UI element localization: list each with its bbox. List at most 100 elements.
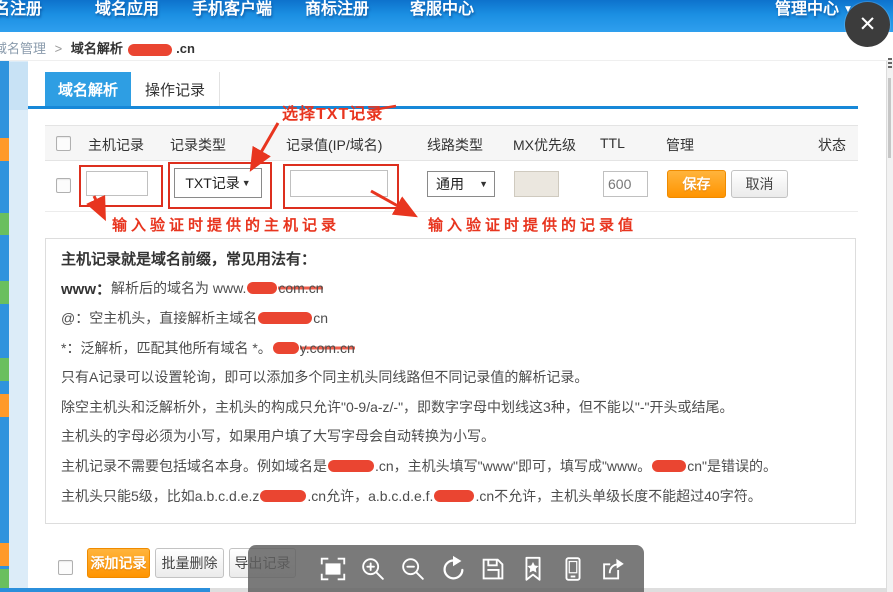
help-text: 解析后的域名为 www.	[111, 278, 246, 298]
help-text: @：空主机头，直接解析主域名	[61, 308, 257, 328]
annotation-select-txt: 选择TXT记录	[282, 100, 383, 124]
tab-operation-log[interactable]: 操作记录	[131, 72, 220, 106]
column-header-5: TTL	[600, 135, 625, 151]
add-record-button[interactable]: 添加记录	[87, 548, 150, 578]
help-text: 除空主机头和泛解析外，主机头的构成只允许"0-9/a-z/-"，即数字字母中划线…	[61, 397, 733, 417]
help-text: 主机头的字母必须为小写，如果用户填了大写字母会自动转换为小写。	[61, 426, 495, 446]
redacted-domain	[328, 460, 374, 472]
redacted-domain	[260, 490, 306, 502]
redacted-domain	[247, 282, 277, 294]
edge-segment	[0, 281, 9, 304]
top-nav: 域名注册 域名应用 手机客户端 商标注册 客服中心 管理中心▼	[0, 0, 893, 32]
nav-item-1[interactable]: 域名应用	[95, 0, 159, 19]
nav-item-3[interactable]: 商标注册	[305, 0, 369, 19]
column-header-4: MX优先级	[513, 135, 576, 155]
help-text: .cn不允许，主机头单级长度不能超过40字符。	[475, 486, 761, 506]
tab-label: 操作记录	[145, 79, 205, 100]
edge-segment	[0, 213, 9, 235]
help-text: 主机头只能5级，比如a.b.c.d.e.z	[61, 486, 259, 506]
row-checkbox[interactable]	[56, 178, 71, 193]
save-button[interactable]: 保存	[667, 170, 726, 198]
select-all-checkbox[interactable]	[56, 136, 71, 151]
save-label: 保存	[683, 174, 711, 194]
batch-delete-button[interactable]: 批量删除	[155, 548, 224, 578]
edge-segment	[0, 358, 9, 381]
line-type-value: 通用	[436, 174, 464, 194]
redacted-domain	[652, 460, 686, 472]
breadcrumb-current: 域名解析	[71, 41, 123, 56]
help-text: .cn允许，a.b.c.d.e.f.	[307, 486, 433, 506]
panel-left-margin	[9, 60, 28, 592]
column-header-6: 管理	[666, 135, 694, 155]
host-record-input[interactable]	[86, 171, 148, 196]
annotation-value-hint: 输入验证时提供的记录值	[428, 214, 637, 235]
help-text: .cn，主机头填写"www"即可，填写成"www。	[375, 456, 651, 476]
edge-segment	[0, 543, 9, 566]
background-page-edge	[0, 60, 9, 592]
zoom-out-icon[interactable]	[398, 554, 428, 584]
batch-delete-label: 批量删除	[162, 553, 218, 573]
account-label: 管理中心	[775, 1, 839, 18]
breadcrumb: 域名管理 > 域名解析 .cn	[0, 38, 195, 57]
share-icon[interactable]	[598, 554, 628, 584]
panel-left-margin-top	[9, 62, 28, 110]
cancel-button[interactable]: 取消	[731, 170, 788, 198]
zoom-in-icon[interactable]	[358, 554, 388, 584]
fit-screen-icon[interactable]	[318, 554, 348, 584]
redacted-domain	[128, 44, 172, 56]
chevron-down-icon: ▼	[242, 178, 251, 188]
record-value-input[interactable]	[290, 170, 388, 197]
help-line: @：空主机头，直接解析主域名 cn	[46, 303, 855, 333]
scrollbar-arrow-icon	[888, 66, 892, 68]
scrollbar-arrow-icon	[888, 62, 892, 64]
help-line: 只有A记录可以设置轮询，即可以添加多个同主机头同线路但不同记录值的解析记录。	[46, 362, 855, 392]
save-icon[interactable]	[478, 554, 508, 584]
help-text: cn	[313, 310, 328, 326]
edge-segment	[0, 394, 9, 417]
close-button[interactable]: ✕	[845, 2, 890, 47]
bottom-edge-left	[0, 588, 210, 592]
breadcrumb-suffix: .cn	[176, 41, 195, 56]
device-icon[interactable]	[558, 554, 588, 584]
line-type-select[interactable]: 通用 ▼	[427, 171, 495, 197]
nav-item-account[interactable]: 管理中心▼	[775, 0, 853, 19]
help-text: 主机记录就是域名前缀，常见用法有：	[61, 248, 316, 269]
tab-underline	[28, 106, 858, 109]
bookmark-icon[interactable]	[518, 554, 548, 584]
help-text: cn"是错误的。	[687, 456, 777, 476]
nav-item-0[interactable]: 域名注册	[0, 0, 42, 19]
redacted-domain	[434, 490, 474, 502]
redacted-domain	[258, 312, 312, 324]
ttl-input[interactable]	[603, 171, 648, 197]
edge-segment	[0, 138, 9, 161]
add-record-label: 添加记录	[91, 553, 147, 573]
annotation-host-hint: 输入验证时提供的主机记录	[112, 214, 340, 235]
column-header-1: 记录类型	[170, 135, 226, 155]
scrollbar-arrow-icon	[888, 58, 892, 60]
help-text: y.com.cn	[300, 340, 355, 356]
help-line: 主机头只能5级，比如a.b.c.d.e.z .cn允许，a.b.c.d.e.f..…	[46, 481, 855, 511]
column-header-3: 线路类型	[427, 135, 483, 155]
help-box: 主机记录就是域名前缀，常见用法有：www：解析后的域名为 www.com.cn@…	[45, 238, 856, 524]
scrollbar-thumb[interactable]	[888, 78, 891, 158]
rotate-icon[interactable]	[438, 554, 468, 584]
redacted-domain	[273, 342, 299, 354]
close-icon: ✕	[859, 12, 877, 37]
chevron-down-icon: ▼	[479, 179, 488, 189]
help-line: *：泛解析，匹配其他所有域名 *。y.com.cn	[46, 333, 855, 363]
screenshot-toolbar	[248, 545, 644, 592]
table-header-row: 主机记录记录类型记录值(IP/域名)线路类型MX优先级TTL管理状态	[45, 125, 858, 161]
breadcrumb-domain-manage[interactable]: 域名管理	[0, 41, 46, 56]
help-line: 主机记录就是域名前缀，常见用法有：	[46, 244, 855, 274]
nav-item-2[interactable]: 手机客户端	[192, 0, 272, 19]
help-line: www：解析后的域名为 www.com.cn	[46, 274, 855, 304]
tab-domain-resolution[interactable]: 域名解析	[45, 72, 131, 106]
help-line: 主机头的字母必须为小写，如果用户填了大写字母会自动转换为小写。	[46, 422, 855, 452]
record-type-select[interactable]: TXT记录 ▼	[174, 168, 262, 198]
cancel-label: 取消	[746, 174, 774, 194]
page: 域名注册域名应用手机客户端商标注册客服中心 管理中心▼ ✕ 域名管理 > 域名解…	[0, 0, 893, 592]
nav-item-4[interactable]: 客服中心	[410, 0, 474, 19]
footer-select-all-checkbox[interactable]	[58, 560, 73, 575]
column-header-2: 记录值(IP/域名)	[286, 135, 382, 155]
help-text: 主机记录不需要包括域名本身。例如域名是	[61, 456, 327, 476]
